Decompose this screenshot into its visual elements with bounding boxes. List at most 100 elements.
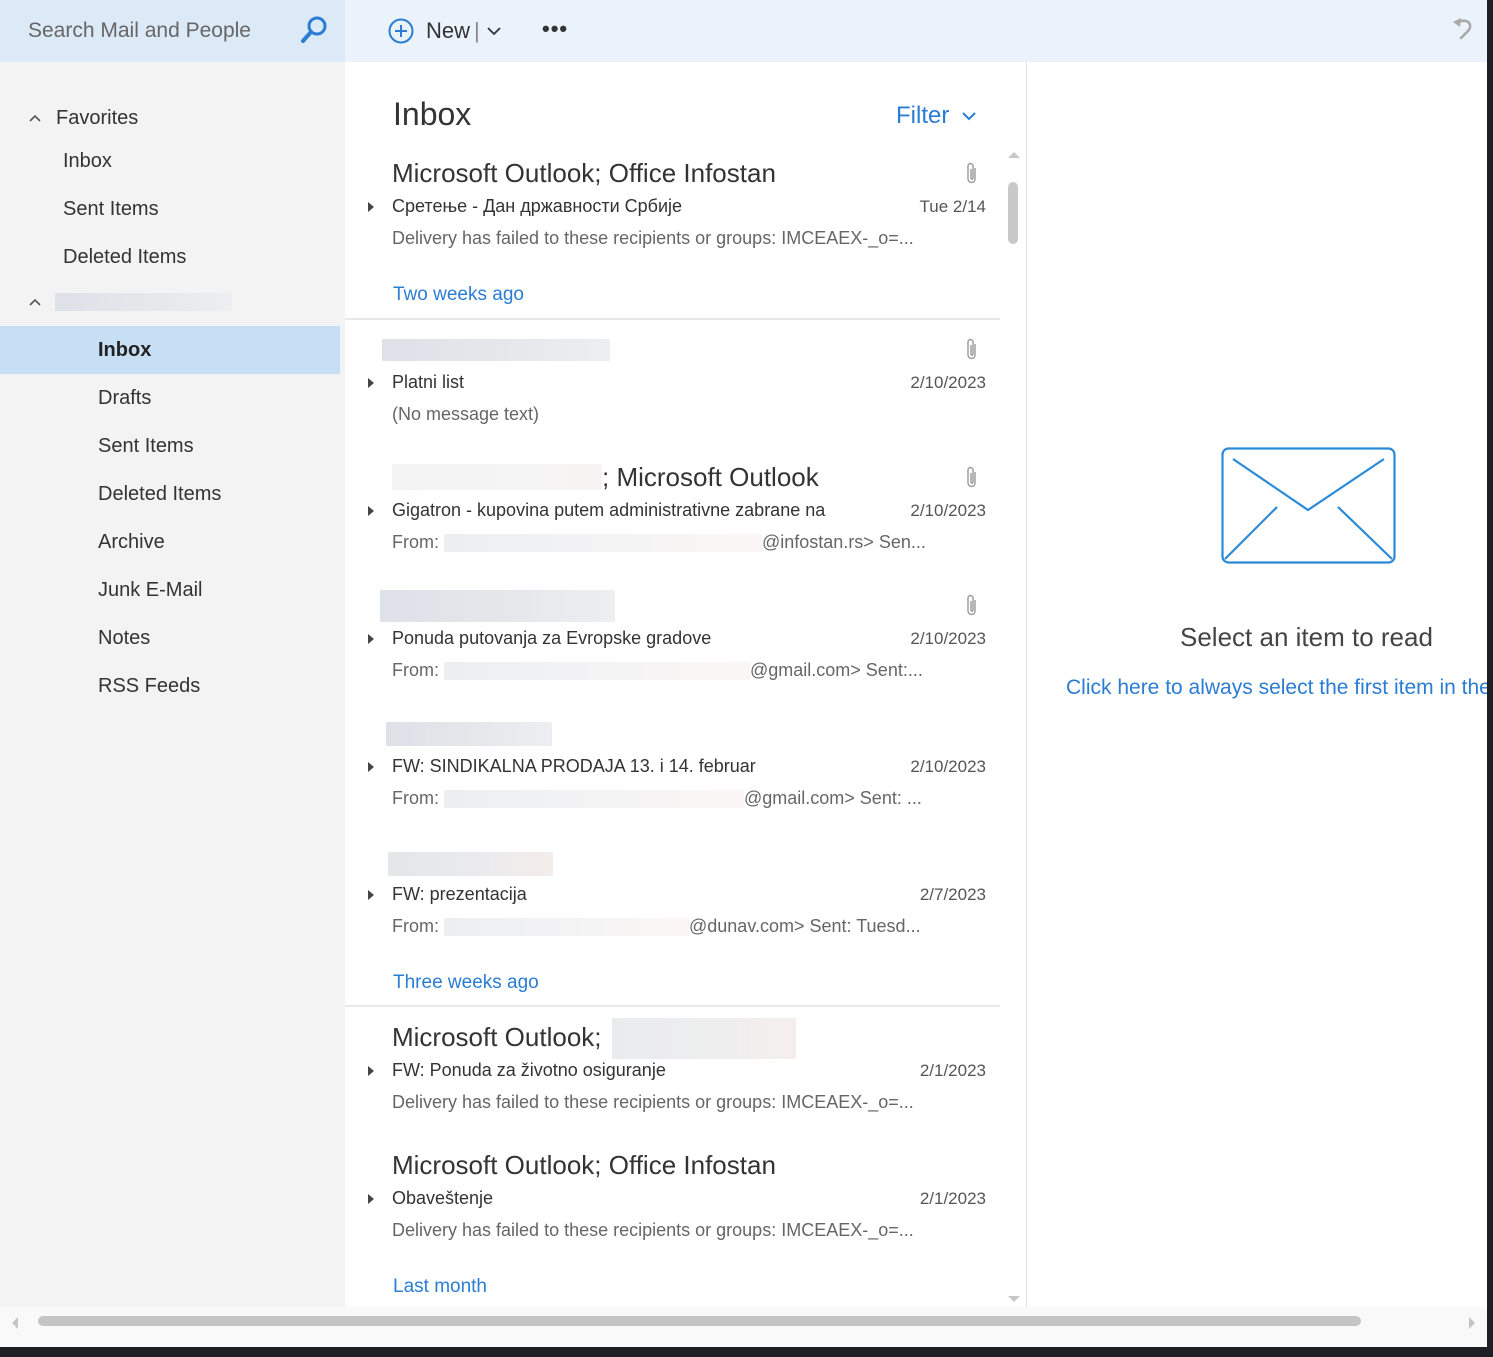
folder-label: Notes xyxy=(98,626,151,649)
expand-caret-icon[interactable] xyxy=(367,1065,375,1077)
message-item[interactable]: Microsoft Outlook; Office Infostan Obave… xyxy=(345,1150,1000,1278)
message-subject: Platni list xyxy=(392,372,465,392)
chevron-up-icon[interactable] xyxy=(28,295,42,309)
attachment-icon xyxy=(967,162,976,184)
message-subject: FW: prezentacija xyxy=(392,884,527,904)
message-item[interactable]: Microsoft Outlook; Office Infostan Срете… xyxy=(345,158,1000,286)
folder-inbox[interactable]: Inbox xyxy=(0,326,340,374)
group-divider xyxy=(345,1005,1000,1007)
redacted-email xyxy=(444,534,762,553)
folder-label: Drafts xyxy=(98,386,152,409)
message-date: 2/1/2023 xyxy=(919,1189,986,1208)
message-date: Tue 2/14 xyxy=(919,197,986,216)
expand-caret-icon[interactable] xyxy=(367,505,375,517)
expand-caret-icon[interactable] xyxy=(367,889,375,901)
message-item[interactable]: Ponuda putovanja za Evropske gradove 2/1… xyxy=(345,590,1000,718)
group-header[interactable]: Last month xyxy=(393,1276,487,1298)
outlook-web-app: Search Mail and People New | ••• Favorit… xyxy=(0,0,1487,1347)
message-preview: Delivery has failed to these recipients … xyxy=(392,1092,914,1112)
favorite-label: Deleted Items xyxy=(63,245,187,268)
message-list-scrollbar[interactable] xyxy=(1007,152,1021,1302)
favorites-label: Favorites xyxy=(56,106,139,129)
new-message-button[interactable]: New | xyxy=(388,14,502,48)
scroll-right-arrow-icon[interactable] xyxy=(1469,1317,1475,1329)
folder-label: Inbox xyxy=(98,338,152,361)
group-header[interactable]: Two weeks ago xyxy=(393,284,524,306)
preview-prefix: From: xyxy=(392,660,444,680)
redacted-sender xyxy=(386,722,552,746)
message-preview: From: @gmail.com> Sent: ... xyxy=(392,788,922,809)
folder-deleted-items[interactable]: Deleted Items xyxy=(0,470,340,518)
folder-sent-items[interactable]: Sent Items xyxy=(0,422,340,470)
folder-junk-email[interactable]: Junk E-Mail xyxy=(0,566,340,614)
search-placeholder: Search Mail and People xyxy=(28,19,251,42)
message-sender: ; Microsoft Outlook xyxy=(602,462,819,492)
message-item[interactable]: ; Microsoft Outlook Gigatron - kupovina … xyxy=(345,462,1000,590)
message-date: 2/1/2023 xyxy=(919,1061,986,1080)
redacted-account-name xyxy=(55,293,232,311)
preview-prefix: From: xyxy=(392,788,444,808)
scroll-up-arrow-icon[interactable] xyxy=(1008,152,1020,158)
preview-prefix: From: xyxy=(392,532,444,552)
chevron-down-icon xyxy=(962,112,977,121)
message-date: 2/10/2023 xyxy=(910,373,986,392)
folder-archive[interactable]: Archive xyxy=(0,518,340,566)
message-date: 2/10/2023 xyxy=(910,757,986,776)
reading-pane: Select an item to read Click here to alw… xyxy=(1028,62,1487,1307)
expand-caret-icon[interactable] xyxy=(367,377,375,389)
account-header[interactable] xyxy=(0,278,340,326)
expand-caret-icon[interactable] xyxy=(367,761,375,773)
redacted-sender xyxy=(392,464,602,490)
folder-label: Junk E-Mail xyxy=(98,578,203,601)
message-preview: From: @infostan.rs> Sen... xyxy=(392,532,926,553)
message-subject: Ponuda putovanja za Evropske gradove xyxy=(392,628,712,648)
expand-caret-icon[interactable] xyxy=(367,201,375,213)
message-sender: Microsoft Outlook; Office Infostan xyxy=(392,1150,776,1180)
favorite-inbox[interactable]: Inbox xyxy=(0,137,340,185)
scroll-left-arrow-icon[interactable] xyxy=(12,1317,18,1329)
empty-state-text: Select an item to read xyxy=(1180,622,1433,652)
group-header[interactable]: Three weeks ago xyxy=(393,972,539,994)
favorite-label: Sent Items xyxy=(63,197,159,220)
attachment-icon xyxy=(967,594,976,616)
expand-caret-icon[interactable] xyxy=(367,1193,375,1205)
favorite-label: Inbox xyxy=(63,149,112,172)
folder-pane: Favorites Inbox Sent Items Deleted Items… xyxy=(0,62,345,1307)
redacted-email xyxy=(444,918,689,937)
more-options-button[interactable]: ••• xyxy=(542,16,568,42)
filter-button[interactable]: Filter xyxy=(896,102,977,130)
top-toolbar: Search Mail and People New | ••• xyxy=(0,0,1487,62)
expand-caret-icon[interactable] xyxy=(367,633,375,645)
redacted-sender xyxy=(382,339,610,361)
always-select-first-item-link[interactable]: Click here to always select the first it… xyxy=(1066,676,1487,700)
favorites-header[interactable]: Favorites xyxy=(0,94,340,142)
folder-rss-feeds[interactable]: RSS Feeds xyxy=(0,662,340,710)
attachment-icon xyxy=(967,338,976,360)
folder-title: Inbox xyxy=(393,96,472,132)
message-item[interactable]: FW: SINDIKALNA PRODAJA 13. i 14. februar… xyxy=(345,718,1000,846)
scrollbar-thumb[interactable] xyxy=(1008,182,1018,244)
preview-text: @dunav.com> Sent: Tuesd... xyxy=(689,916,921,936)
horizontal-scrollbar[interactable] xyxy=(0,1307,1487,1347)
search-input[interactable]: Search Mail and People xyxy=(0,0,345,62)
folder-notes[interactable]: Notes xyxy=(0,614,340,662)
preview-text: @gmail.com> Sent:... xyxy=(750,660,923,680)
horizontal-scrollbar-thumb[interactable] xyxy=(38,1316,1361,1326)
message-date: 2/10/2023 xyxy=(910,501,986,520)
redacted-sender xyxy=(380,590,615,622)
folder-drafts[interactable]: Drafts xyxy=(0,374,340,422)
message-subject: FW: SINDIKALNA PRODAJA 13. i 14. februar xyxy=(392,756,756,776)
folder-label: RSS Feeds xyxy=(98,674,201,697)
message-item[interactable]: FW: prezentacija 2/7/2023 From: @dunav.c… xyxy=(345,846,1000,974)
message-sender: Microsoft Outlook; xyxy=(392,1022,602,1052)
search-icon[interactable] xyxy=(298,14,330,46)
scroll-down-arrow-icon[interactable] xyxy=(1008,1296,1020,1302)
message-item[interactable]: Microsoft Outlook; FW: Ponuda za životno… xyxy=(345,1018,1000,1150)
new-separator: | xyxy=(474,18,480,43)
favorite-sent-items[interactable]: Sent Items xyxy=(0,185,340,233)
chevron-up-icon[interactable] xyxy=(28,111,42,125)
chevron-down-icon[interactable] xyxy=(486,23,502,39)
undo-icon[interactable] xyxy=(1450,16,1476,42)
message-item[interactable]: Platni list 2/10/2023 (No message text) xyxy=(345,334,1000,462)
favorite-deleted-items[interactable]: Deleted Items xyxy=(0,233,340,281)
